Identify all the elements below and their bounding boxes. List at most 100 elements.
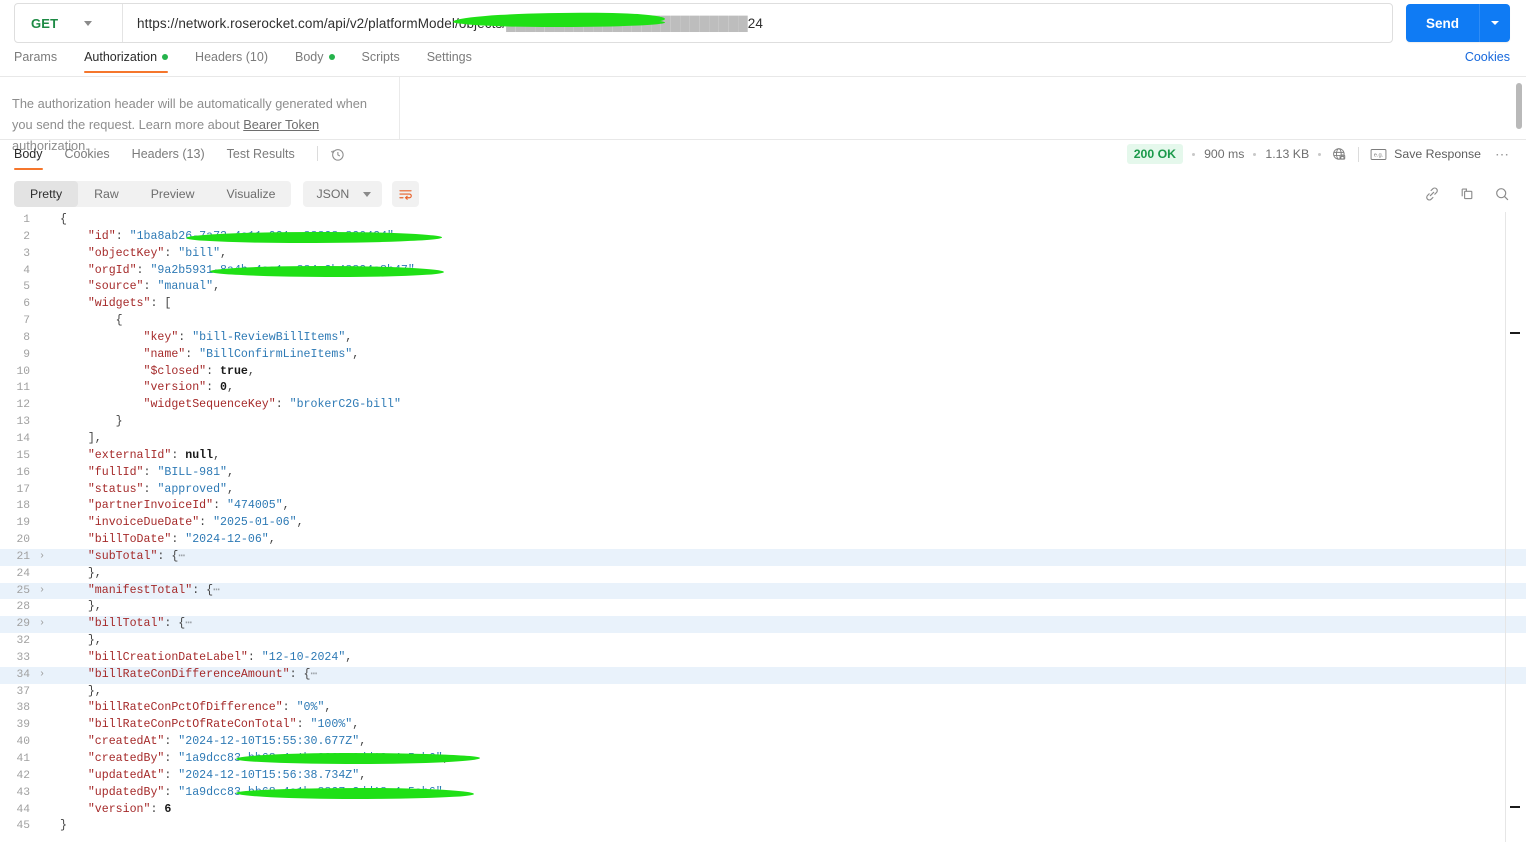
code-token: , [345, 650, 353, 664]
code-text: ], [50, 431, 1526, 448]
format-tab-visualize[interactable]: Visualize [210, 181, 291, 207]
status-badge[interactable]: 200 OK [1126, 144, 1184, 164]
code-token: "BILL-981" [157, 465, 228, 479]
globe-lock-icon[interactable] [1332, 147, 1347, 162]
request-tab-headers-10[interactable]: Headers (10) [195, 50, 268, 73]
request-tab-authorization[interactable]: Authorization [84, 50, 169, 73]
code-token: , [442, 785, 450, 799]
send-options-button[interactable] [1480, 4, 1510, 42]
code-token: : [213, 499, 227, 513]
cookies-link[interactable]: Cookies [1465, 50, 1510, 73]
response-tab-test-results[interactable]: Test Results [227, 147, 295, 170]
save-response-button[interactable]: Save Response [1394, 147, 1481, 161]
link-icon[interactable] [1424, 186, 1440, 202]
code-token: : [171, 448, 186, 462]
response-time[interactable]: 900 ms [1204, 147, 1244, 161]
more-options-icon[interactable]: ⋯ [1495, 147, 1510, 161]
url-input[interactable]: https://network.roserocket.com/api/v2/pl… [123, 4, 1392, 42]
code-token: "billTotal" [87, 617, 165, 631]
history-icon[interactable] [330, 147, 345, 170]
line-number: 10 [16, 365, 30, 378]
code-token: : [164, 752, 179, 765]
fold-toggle-icon[interactable]: › [34, 549, 50, 566]
code-token: : [247, 650, 262, 664]
code-token: }, [87, 566, 102, 580]
code-line: 37 }, [0, 684, 1526, 701]
code-token: : [185, 347, 200, 361]
response-tab-cookies[interactable]: Cookies [65, 147, 110, 170]
line-number: 42 [16, 769, 30, 782]
code-text: "source": "manual", [50, 279, 1526, 296]
http-method-selector[interactable]: GET [15, 4, 123, 42]
line-number: 32 [16, 635, 30, 648]
code-minimap-scrollbar[interactable] [1510, 212, 1520, 842]
fold-toggle-icon[interactable]: › [34, 667, 50, 684]
bearer-token-link[interactable]: Bearer Token [243, 117, 319, 132]
code-token: , [394, 229, 401, 243]
search-icon[interactable] [1494, 186, 1510, 202]
word-wrap-button[interactable] [392, 181, 420, 207]
request-pane-scrollbar[interactable] [1516, 83, 1522, 129]
code-token: "100%" [310, 718, 353, 732]
send-button-group: Send [1405, 4, 1510, 42]
format-tab-raw[interactable]: Raw [78, 181, 135, 207]
code-token: "billRateConPctOfDifference" [87, 701, 283, 715]
code-token: "1a9dcc83-bb68-4a1b-8827-3dd18a4a5ab6" [178, 785, 443, 799]
response-tab-headers-13[interactable]: Headers (13) [132, 147, 205, 170]
code-text: "id": "1ba8ab26-7a73-4a11-921a-88828a820… [50, 229, 1526, 246]
response-body-code[interactable]: 1{2 "id": "1ba8ab26-7a73-4a11-921a-88828… [0, 212, 1526, 842]
request-tab-params[interactable]: Params [14, 50, 57, 73]
request-tab-scripts[interactable]: Scripts [362, 50, 400, 73]
fold-toggle-icon[interactable]: › [34, 583, 50, 600]
code-line: 29 › "billTotal": {⋯ [0, 616, 1526, 634]
code-text: "widgetSequenceKey": "brokerC2G-bill" [50, 397, 1526, 414]
code-token: true [220, 364, 248, 378]
fold-toggle-icon[interactable]: › [34, 616, 50, 633]
line-number: 28 [16, 601, 30, 614]
code-line: 6 "widgets": [ [0, 296, 1526, 313]
code-token: : [150, 802, 165, 816]
format-tab-preview[interactable]: Preview [135, 181, 211, 207]
request-tab-body[interactable]: Body [295, 50, 335, 73]
code-token: "manifestTotal" [87, 583, 193, 597]
line-number: 24 [16, 567, 30, 580]
code-text: "partnerInvoiceId": "474005", [50, 498, 1526, 515]
code-token: "source" [87, 280, 144, 294]
code-text: "key": "bill-ReviewBillItems", [50, 330, 1526, 347]
code-line: 17 "status": "approved", [0, 482, 1526, 499]
code-line: 8 "key": "bill-ReviewBillItems", [0, 330, 1526, 347]
scroll-mark [1510, 332, 1520, 334]
format-tab-pretty[interactable]: Pretty [14, 181, 79, 207]
code-token: "createdAt" [87, 735, 165, 749]
scroll-mark [1510, 806, 1520, 808]
line-number: 11 [16, 382, 30, 395]
code-text: "externalId": null, [50, 448, 1526, 465]
code-token: "9a2b5931-8a4b-4aa1-a884-3b48824a8b47" [150, 263, 415, 277]
response-size[interactable]: 1.13 KB [1265, 147, 1309, 161]
code-token: "orgId" [87, 263, 137, 277]
code-line: 14 ], [0, 431, 1526, 448]
format-segmented-control: Pretty Raw Preview Visualize [14, 181, 292, 207]
response-tab-body[interactable]: Body [14, 147, 43, 170]
code-text: "version": 0, [50, 380, 1526, 397]
code-text: "widgets": [ [50, 296, 1526, 313]
code-token: : [164, 735, 179, 749]
line-number: 2 [23, 230, 30, 243]
send-button[interactable]: Send [1406, 4, 1480, 42]
code-token: }, [87, 634, 102, 648]
request-tab-settings[interactable]: Settings [427, 50, 472, 73]
line-number: 44 [16, 803, 30, 816]
line-number: 4 [23, 264, 30, 277]
code-token: "partnerInvoiceId" [87, 499, 214, 513]
code-token: , [352, 718, 360, 732]
code-text: "billTotal": {⋯ [50, 616, 1526, 633]
save-response-icon[interactable]: e.g. [1370, 148, 1387, 161]
code-text: } [50, 818, 1526, 835]
copy-icon[interactable] [1459, 186, 1475, 202]
request-tab-label: Headers (10) [195, 49, 268, 64]
code-text: }, [50, 684, 1526, 701]
language-selector[interactable]: JSON [303, 181, 383, 207]
code-token: ⋯ [213, 583, 221, 597]
code-token: } [115, 415, 123, 429]
code-token: "2024-12-10T15:55:30.677Z" [178, 735, 360, 749]
